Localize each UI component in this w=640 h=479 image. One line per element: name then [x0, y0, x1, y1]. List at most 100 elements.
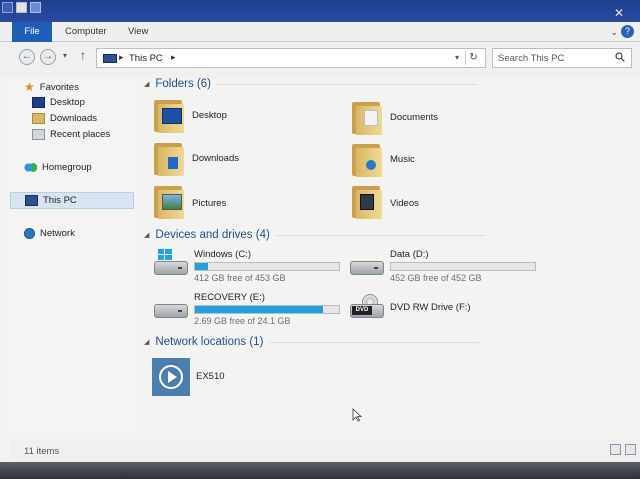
drive-item-d[interactable]: Data (D:) 452 GB free of 452 GB [348, 249, 536, 283]
up-button[interactable]: ↑ [80, 48, 86, 62]
folder-item[interactable]: Desktop [152, 98, 227, 134]
drive-info: DVD RW Drive (F:) [390, 292, 536, 313]
pictures-folder-icon [152, 184, 186, 220]
sidebar-item-network[interactable]: Network [24, 226, 75, 240]
group-header-folders[interactable]: ◢ Folders (6) [144, 78, 477, 90]
sidebar-item-label: Homegroup [42, 161, 92, 173]
status-bar: 11 items [10, 440, 640, 462]
drive-name: DVD RW Drive (F:) [390, 302, 471, 313]
group-title: Network locations (1) [155, 336, 264, 348]
address-dropdown-icon[interactable]: ▾ [455, 53, 459, 62]
drive-free-space: 452 GB free of 452 GB [390, 273, 482, 283]
group-header-network[interactable]: ◢ Network locations (1) [144, 336, 480, 348]
folder-label: Videos [390, 198, 419, 209]
folder-label: Music [390, 154, 415, 165]
sidebar-item-this-pc[interactable]: This PC [10, 192, 134, 209]
divider [275, 234, 486, 236]
drive-usage-bar [390, 262, 536, 271]
breadcrumb-separator-icon[interactable]: ▸ [119, 52, 124, 63]
sidebar-item-desktop[interactable]: Desktop [32, 95, 85, 109]
new-folder-icon[interactable] [30, 2, 41, 13]
folder-label: Documents [390, 112, 439, 123]
drive-item-f[interactable]: DVD DVD RW Drive (F:) [348, 292, 536, 322]
ribbon-tabs: File Computer View ⌄ ? [0, 22, 640, 42]
drive-usage-fill [195, 263, 208, 270]
network-icon [24, 227, 35, 239]
title-bar: ✕ [0, 0, 640, 22]
back-button[interactable]: ← [19, 49, 35, 65]
recent-places-icon [32, 128, 45, 140]
refresh-icon[interactable]: ↻ [465, 51, 481, 65]
sidebar-item-label: Downloads [50, 112, 97, 124]
forward-button[interactable]: → [40, 49, 56, 65]
folder-item[interactable]: Pictures [152, 184, 226, 220]
collapse-chevron-icon[interactable]: ◢ [144, 80, 149, 88]
downloads-folder-icon [32, 112, 45, 124]
music-folder-icon [350, 142, 384, 178]
quick-access-toolbar [2, 2, 41, 13]
content-pane: ◢ Folders (6) Desktop Documents Download… [140, 78, 640, 438]
network-location-item[interactable]: EX510 [152, 358, 225, 396]
divider [217, 83, 477, 85]
folder-label: Pictures [192, 198, 227, 209]
this-pc-icon [103, 54, 117, 63]
details-view-icon[interactable] [610, 444, 621, 455]
drive-usage-bar [194, 305, 340, 314]
star-icon: ★ [24, 80, 35, 94]
properties-icon[interactable] [16, 2, 27, 13]
search-placeholder: Search This PC [498, 53, 565, 64]
tab-computer[interactable]: Computer [65, 22, 107, 42]
drive-usage-bar [194, 262, 340, 271]
collapse-chevron-icon[interactable]: ◢ [144, 231, 149, 239]
drive-usage-fill [195, 306, 324, 313]
drive-item-c[interactable]: Windows (C:) 412 GB free of 453 GB [152, 249, 340, 283]
tab-file[interactable]: File [12, 22, 52, 42]
close-button[interactable]: ✕ [612, 6, 626, 20]
group-title: Devices and drives (4) [155, 229, 270, 241]
sidebar-item-favorites[interactable]: ★ Favorites [24, 80, 79, 94]
drive-free-space: 412 GB free of 453 GB [194, 273, 286, 283]
breadcrumb-separator-icon[interactable]: ▸ [171, 52, 176, 63]
window-frame-bottom [0, 462, 640, 479]
folder-item[interactable]: Downloads [152, 141, 239, 177]
drive-info: RECOVERY (E:) 2.69 GB free of 24.1 GB [194, 292, 340, 326]
sidebar-item-homegroup[interactable]: Homegroup [24, 160, 92, 174]
sidebar-item-downloads[interactable]: Downloads [32, 111, 97, 125]
sidebar-item-recent-places[interactable]: Recent places [32, 127, 110, 141]
folder-label: Desktop [192, 110, 227, 121]
videos-folder-icon [350, 184, 384, 220]
breadcrumb-this-pc[interactable]: This PC [129, 53, 163, 64]
folder-item[interactable]: Documents [350, 100, 438, 136]
search-icon[interactable] [615, 52, 625, 62]
address-bar[interactable]: ▸ This PC ▸ ▾ ↻ [96, 48, 486, 68]
navigation-pane: ★ Favorites Desktop Downloads Recent pla… [10, 78, 136, 436]
help-icon[interactable]: ? [621, 25, 634, 38]
sidebar-item-label: Desktop [50, 96, 85, 108]
dvd-badge: DVD [352, 306, 372, 315]
tab-view[interactable]: View [128, 22, 148, 42]
drive-item-e[interactable]: RECOVERY (E:) 2.69 GB free of 24.1 GB [152, 292, 340, 326]
network-location-label: EX510 [196, 371, 225, 382]
collapse-chevron-icon[interactable]: ◢ [144, 338, 149, 346]
group-header-devices[interactable]: ◢ Devices and drives (4) [144, 229, 486, 241]
downloads-folder-icon [152, 141, 186, 177]
large-icons-view-icon[interactable] [625, 444, 636, 455]
homegroup-icon [24, 161, 37, 173]
drive-name: RECOVERY (E:) [194, 292, 265, 303]
windows-drive-icon [152, 249, 190, 279]
folder-item[interactable]: Videos [350, 184, 419, 220]
dvd-drive-icon: DVD [348, 292, 386, 322]
expand-ribbon-icon[interactable]: ⌄ [610, 27, 618, 38]
drive-info: Windows (C:) 412 GB free of 453 GB [194, 249, 340, 283]
search-input[interactable]: Search This PC [492, 48, 632, 68]
sidebar-item-label: Recent places [50, 128, 111, 140]
folder-item[interactable]: Music [350, 142, 415, 178]
this-pc-icon [25, 195, 38, 206]
view-toggles [610, 444, 636, 455]
system-menu-icon[interactable] [2, 2, 13, 13]
drive-free-space: 2.69 GB free of 24.1 GB [194, 316, 291, 326]
hard-drive-icon [348, 249, 386, 279]
divider [269, 341, 480, 343]
recent-locations-icon[interactable]: ▾ [63, 51, 67, 60]
mouse-cursor-icon [352, 408, 362, 422]
